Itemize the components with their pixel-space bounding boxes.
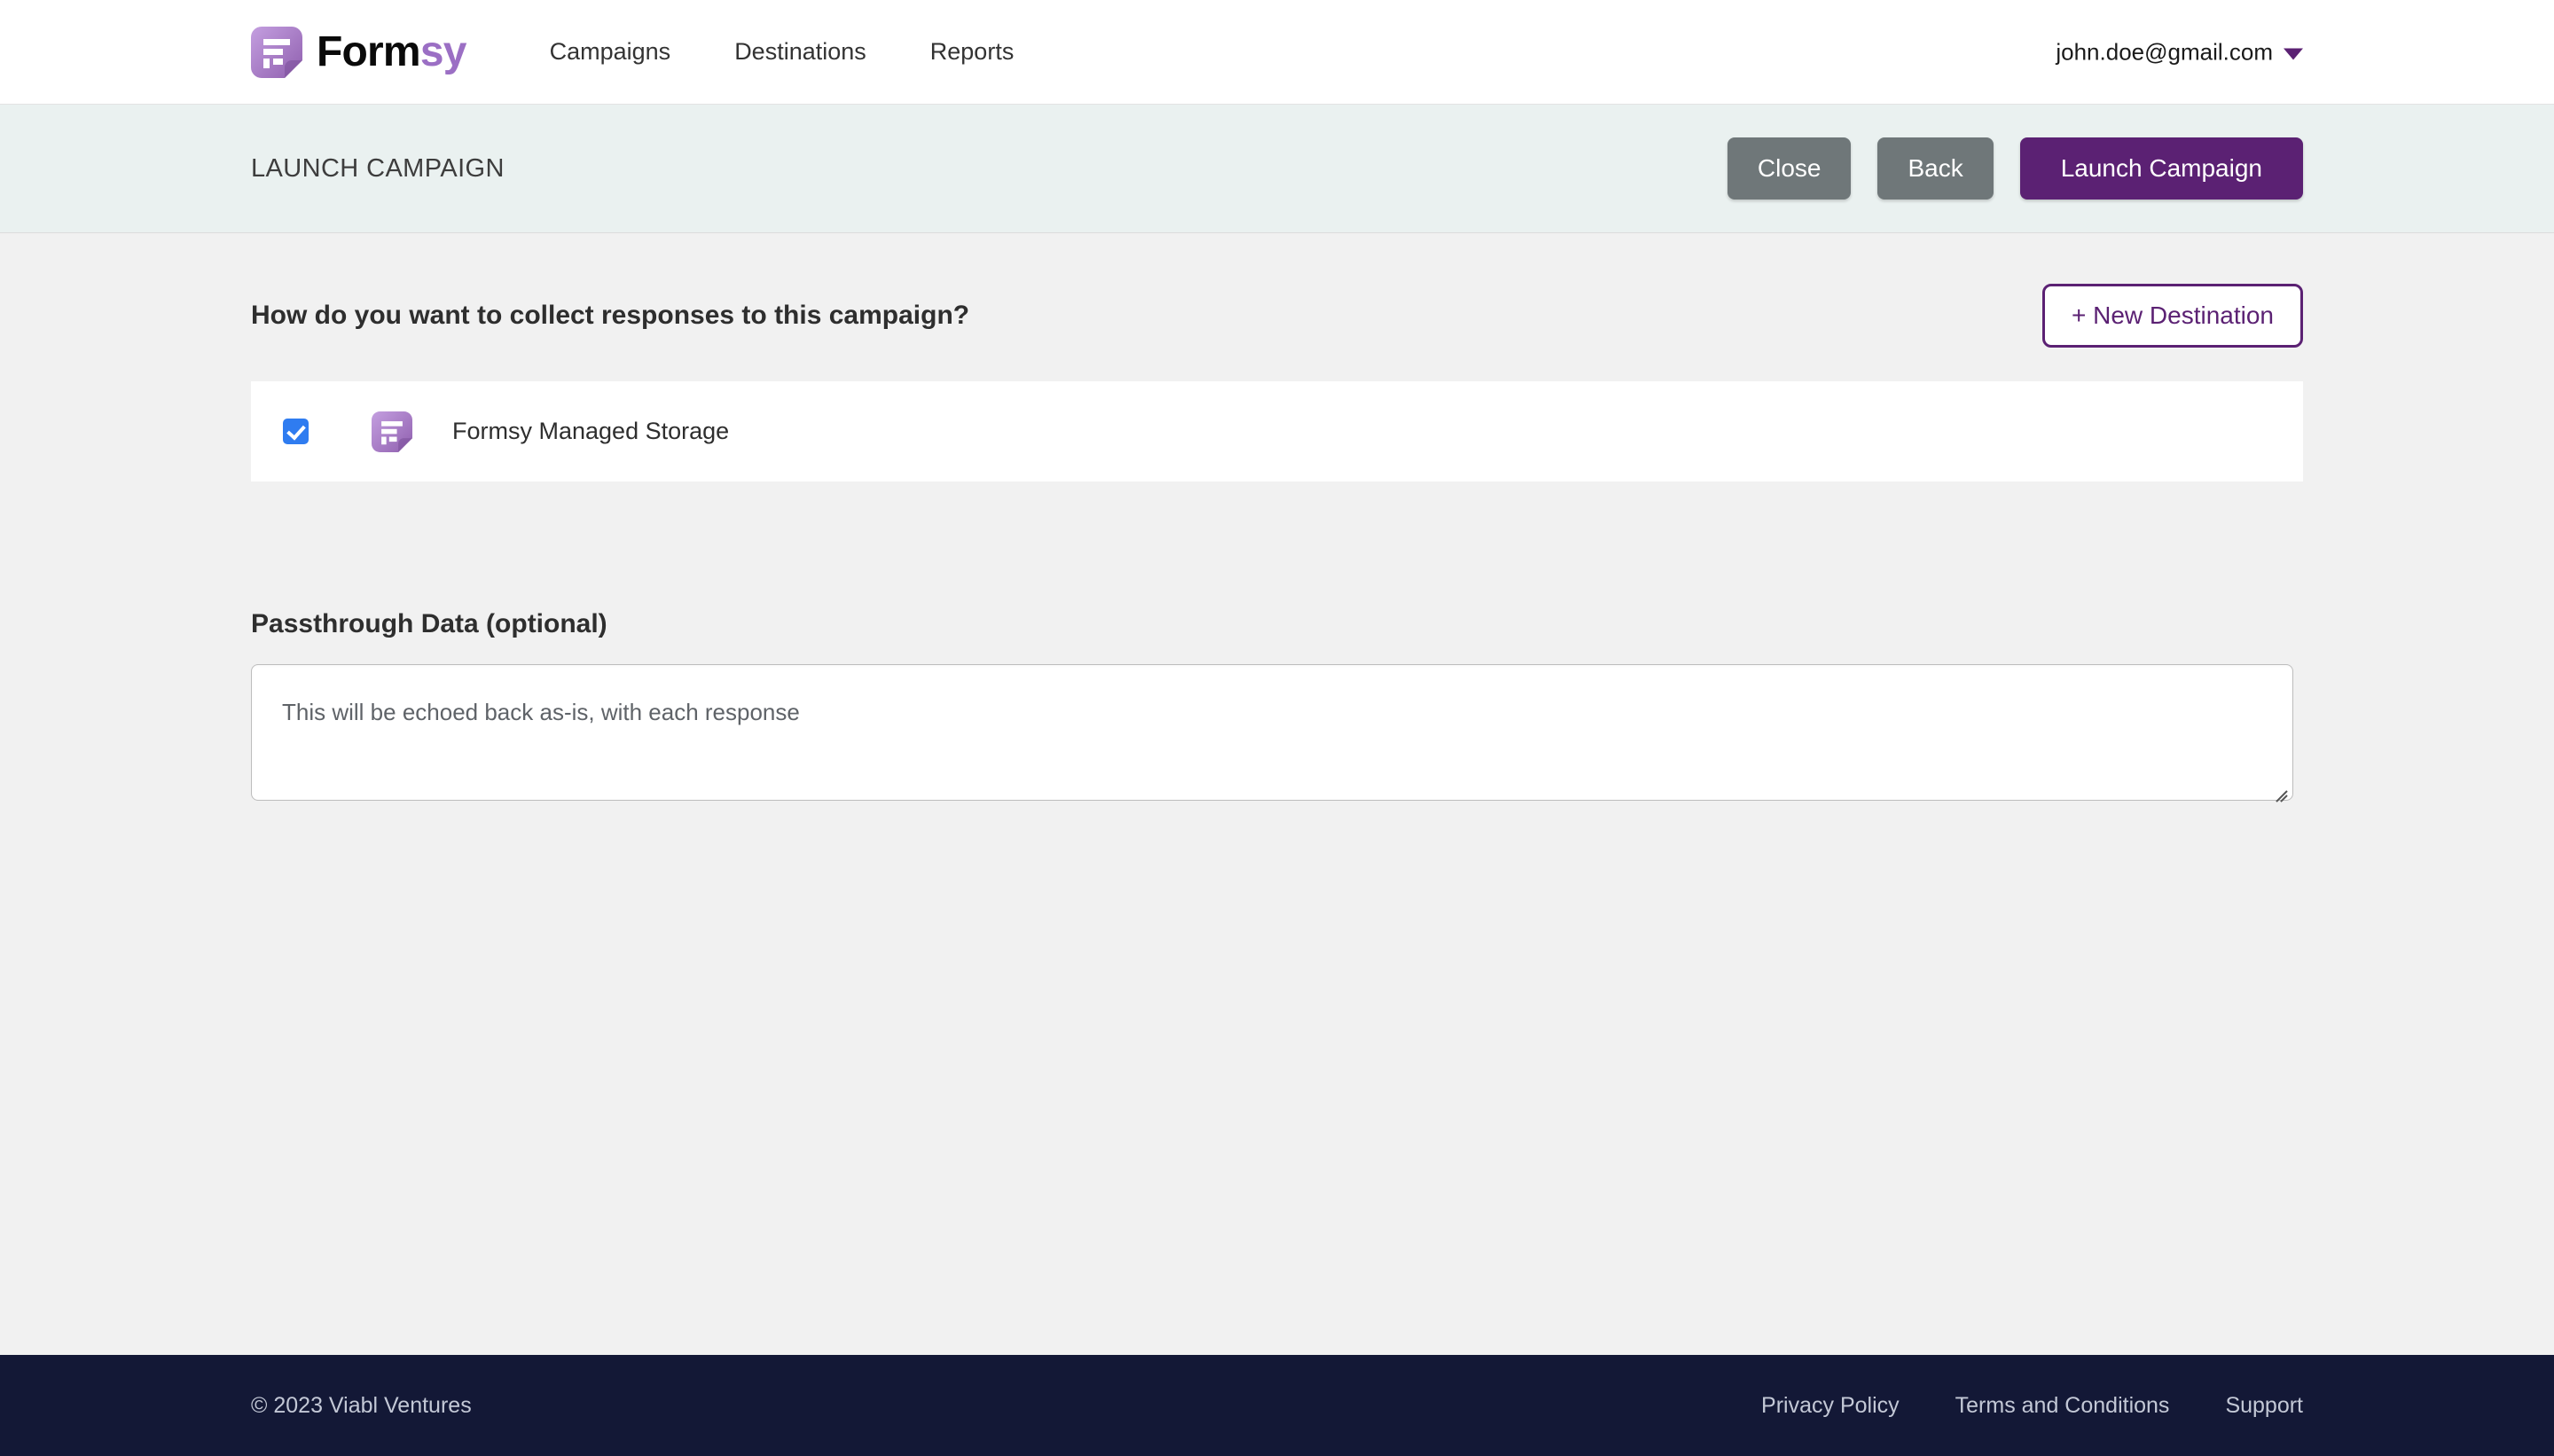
main-content: How do you want to collect responses to … [0, 233, 2554, 1355]
close-button[interactable]: Close [1727, 137, 1852, 200]
passthrough-section: Passthrough Data (optional) [251, 609, 2303, 802]
copyright-text: © 2023 Viabl Ventures [251, 1392, 472, 1418]
destination-row-formsy-managed-storage[interactable]: Formsy Managed Storage [251, 381, 2303, 481]
main-nav: Campaigns Destinations Reports [530, 29, 1034, 74]
passthrough-input-wrapper [251, 664, 2293, 802]
passthrough-textarea[interactable] [251, 664, 2293, 801]
page-footer: © 2023 Viabl Ventures Privacy Policy Ter… [0, 1355, 2554, 1456]
formsy-logo-icon [251, 26, 302, 78]
nav-item-campaigns[interactable]: Campaigns [530, 29, 691, 74]
footer-links: Privacy Policy Terms and Conditions Supp… [1761, 1393, 2303, 1419]
top-navigation-bar: Formsy Campaigns Destinations Reports jo… [0, 0, 2554, 104]
account-email: john.doe@gmail.com [2056, 38, 2273, 65]
formsy-logo-icon [372, 411, 412, 452]
footer-link-terms-and-conditions[interactable]: Terms and Conditions [1955, 1393, 2170, 1419]
account-menu[interactable]: john.doe@gmail.com [2056, 38, 2303, 66]
brand-wordmark: Formsy [317, 27, 467, 75]
destination-checkbox[interactable] [283, 419, 309, 444]
page-action-buttons: Close Back Launch Campaign [1727, 137, 2303, 200]
brand-name-dark: Form [317, 27, 421, 75]
destination-name: Formsy Managed Storage [452, 418, 730, 444]
app-page: Formsy Campaigns Destinations Reports jo… [0, 0, 2554, 1456]
brand-name-accent: sy [419, 27, 467, 75]
footer-link-privacy-policy[interactable]: Privacy Policy [1761, 1393, 1900, 1419]
chevron-down-icon [2284, 48, 2303, 59]
brand-logo-link[interactable]: Formsy [251, 26, 467, 78]
collect-responses-question: How do you want to collect responses to … [251, 301, 970, 330]
passthrough-label: Passthrough Data (optional) [251, 609, 607, 638]
destination-list: Formsy Managed Storage [251, 381, 2303, 481]
back-button[interactable]: Back [1877, 137, 1994, 200]
footer-link-support[interactable]: Support [2225, 1393, 2303, 1419]
page-title: LAUNCH CAMPAIGN [251, 153, 505, 183]
launch-campaign-button[interactable]: Launch Campaign [2019, 137, 2303, 200]
nav-item-destinations[interactable]: Destinations [715, 29, 886, 74]
new-destination-button[interactable]: + New Destination [2041, 284, 2303, 348]
nav-item-reports[interactable]: Reports [911, 29, 1034, 74]
destinations-section-header: How do you want to collect responses to … [251, 233, 2303, 348]
page-action-bar: LAUNCH CAMPAIGN Close Back Launch Campai… [0, 104, 2554, 233]
